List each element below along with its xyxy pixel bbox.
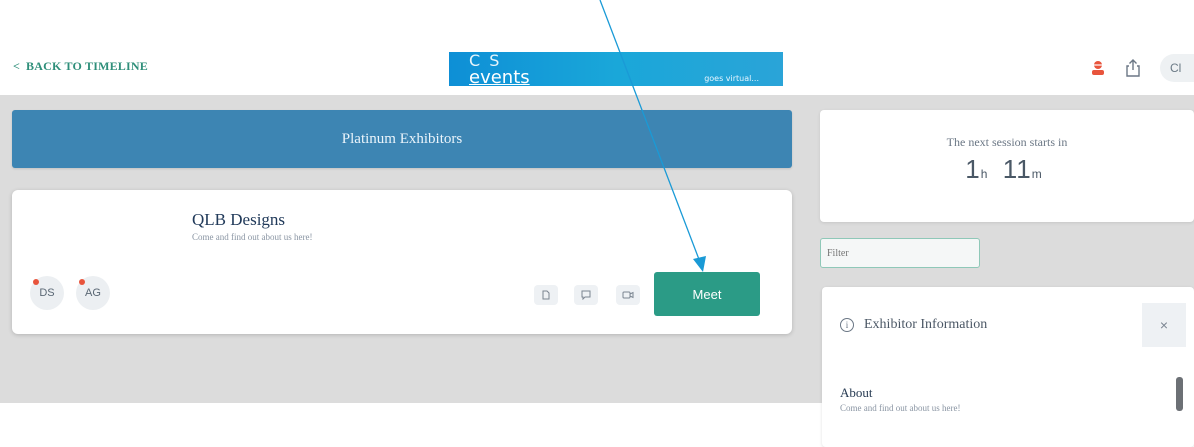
online-status-dot — [79, 279, 85, 285]
meet-button[interactable]: Meet — [654, 272, 760, 316]
about-heading: About — [840, 385, 873, 400]
banner-tagline: goes virtual... — [704, 74, 759, 83]
profile-chip[interactable]: Cl — [1160, 54, 1194, 82]
chat-button[interactable] — [574, 285, 598, 305]
about-text: Come and find out about us here! — [840, 403, 961, 413]
next-session-card: The next session starts in 1h 11m — [820, 110, 1194, 222]
chat-icon — [581, 290, 591, 300]
video-camera-icon — [622, 291, 634, 299]
section-title: Platinum Exhibitors — [341, 130, 463, 147]
info-panel-title: Exhibitor Information — [864, 317, 988, 332]
exhibitor-name: QLB Designs — [192, 210, 286, 229]
video-button[interactable] — [616, 285, 640, 305]
info-panel-header: i Exhibitor Information — [840, 317, 987, 333]
countdown-hours: 1 — [965, 154, 981, 184]
header-actions: Cl — [1090, 54, 1194, 82]
rep-initials: DS — [39, 287, 55, 299]
session-label: The next session starts in — [946, 135, 1068, 149]
filter-input[interactable] — [820, 238, 980, 268]
info-icon: i — [840, 318, 854, 332]
rep-avatar[interactable]: AG — [76, 276, 110, 310]
share-icon[interactable] — [1126, 59, 1140, 77]
meet-button-label: Meet — [692, 286, 722, 302]
document-icon — [542, 290, 550, 300]
exhibitors-column: Platinum Exhibitors QLB Designs Come and… — [12, 110, 792, 334]
documents-button[interactable] — [534, 285, 558, 305]
top-bar: < BACK TO TIMELINE C S events goes virtu… — [0, 0, 1194, 95]
user-avatar-icon[interactable] — [1090, 60, 1106, 76]
online-status-dot — [33, 279, 39, 285]
event-banner: C S events goes virtual... — [449, 52, 783, 86]
main-area: Platinum Exhibitors QLB Designs Come and… — [0, 95, 1194, 447]
rep-initials: AG — [85, 287, 101, 299]
hours-unit: h — [980, 167, 989, 181]
chevron-left-icon: < — [13, 59, 21, 73]
countdown-minutes: 11 — [1002, 154, 1032, 184]
back-link-label: BACK TO TIMELINE — [26, 59, 148, 73]
logo-bottom-text: events — [469, 67, 530, 87]
sidebar-column: The next session starts in 1h 11m i Exhi… — [820, 110, 1194, 447]
exhibitor-tagline: Come and find out about us here! — [192, 232, 313, 242]
scrollbar-thumb[interactable] — [1176, 377, 1183, 411]
minutes-unit: m — [1031, 167, 1043, 181]
close-button[interactable]: × — [1142, 303, 1186, 347]
exhibitor-info-panel: i Exhibitor Information × About Come and… — [822, 287, 1194, 447]
events-logo: C S events — [469, 52, 530, 86]
logo-top-text: C S — [469, 52, 502, 70]
session-countdown: 1h 11m — [820, 154, 1194, 185]
rep-avatar[interactable]: DS — [30, 276, 64, 310]
back-to-timeline-link[interactable]: < BACK TO TIMELINE — [13, 59, 148, 74]
section-header: Platinum Exhibitors — [12, 110, 792, 168]
close-icon: × — [1159, 317, 1169, 333]
